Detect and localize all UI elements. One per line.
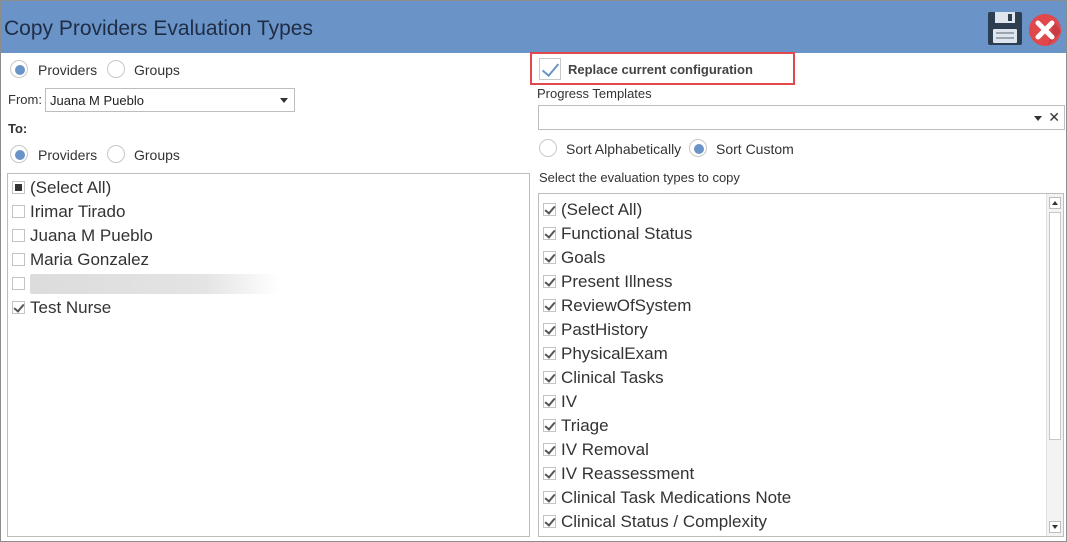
eval-type-checkbox[interactable]	[543, 467, 556, 480]
eval-type-checkbox[interactable]	[543, 347, 556, 360]
list-item-label: Clinical Task Medications Note	[561, 488, 792, 507]
list-item-label: PhysicalExam	[561, 344, 668, 363]
sort-custom-label: Sort Custom	[716, 141, 794, 157]
provider-checkbox[interactable]	[12, 277, 25, 290]
list-item-label: IV Reassessment	[561, 464, 695, 483]
eval-type-checkbox[interactable]	[543, 443, 556, 456]
progress-templates-dropdown[interactable]: ✕	[538, 105, 1065, 130]
sort-alphabetically-label: Sort Alphabetically	[566, 141, 682, 157]
target-groups-label: Groups	[134, 147, 180, 163]
source-providers-label: Providers	[38, 62, 98, 78]
list-item[interactable]: Present Illness	[539, 270, 1063, 294]
list-item-label: Test Nurse	[30, 298, 112, 317]
eval-types-label: Select the evaluation types to copy	[539, 170, 740, 185]
list-item-label: Maria Gonzalez	[30, 250, 150, 269]
floppy-disk-icon	[988, 12, 1022, 45]
dialog-title: Copy Providers Evaluation Types	[4, 17, 313, 40]
list-item[interactable]: PhysicalExam	[539, 342, 1063, 366]
list-item-label: Functional Status	[561, 224, 693, 243]
save-button[interactable]	[986, 10, 1024, 47]
list-item[interactable]: IV Reassessment	[539, 462, 1063, 486]
list-item[interactable]: IV Removal	[539, 438, 1063, 462]
scroll-thumb[interactable]	[1049, 212, 1061, 440]
list-item[interactable]: PastHistory	[539, 318, 1063, 342]
eval-type-checkbox[interactable]	[543, 395, 556, 408]
eval-types-list: (Select All) Functional Status Goals Pre…	[538, 193, 1064, 537]
redacted-name	[30, 274, 280, 294]
eval-type-checkbox[interactable]	[543, 515, 556, 528]
list-item-label: Present Illness	[561, 272, 673, 291]
eval-type-checkbox[interactable]	[543, 491, 556, 504]
list-item[interactable]: Triage	[539, 414, 1063, 438]
source-groups-label: Groups	[134, 62, 180, 78]
target-groups-radio[interactable]	[107, 145, 125, 163]
eval-type-checkbox[interactable]	[543, 251, 556, 264]
list-item-label: Triage	[561, 416, 609, 435]
eval-type-checkbox[interactable]	[543, 203, 556, 216]
replace-config-checkbox[interactable]	[539, 58, 561, 80]
list-item[interactable]: Juana M Pueblo	[8, 224, 529, 248]
provider-checkbox[interactable]	[12, 229, 25, 242]
list-item[interactable]: IV	[539, 390, 1063, 414]
list-item-label: Clinical Tasks	[561, 368, 664, 387]
list-item-label: Goals	[561, 248, 606, 267]
provider-checkbox[interactable]	[12, 205, 25, 218]
source-providers-radio[interactable]	[10, 60, 28, 78]
close-x-icon	[1029, 14, 1061, 46]
progress-templates-label: Progress Templates	[537, 86, 652, 101]
eval-type-checkbox[interactable]	[543, 275, 556, 288]
list-item[interactable]: Clinical Status / Complexity	[539, 510, 1063, 534]
list-item-label: IV Removal	[561, 440, 649, 459]
target-providers-radio[interactable]	[10, 145, 28, 163]
target-provider-list: (Select All) Irimar Tirado Juana M Puebl…	[7, 173, 530, 537]
clear-icon[interactable]: ✕	[1048, 109, 1060, 126]
target-providers-label: Providers	[38, 147, 98, 163]
list-item-label: IV	[561, 392, 578, 411]
to-label: To:	[8, 121, 28, 136]
list-item[interactable]: Clinical Tasks	[539, 366, 1063, 390]
list-item[interactable]	[8, 272, 529, 296]
provider-checkbox[interactable]	[12, 301, 25, 314]
list-item-label: (Select All)	[30, 178, 112, 197]
list-item-label: Irimar Tirado	[30, 202, 126, 221]
replace-config-highlight: Replace current configuration	[530, 52, 795, 85]
list-item[interactable]: Maria Gonzalez	[8, 248, 529, 272]
eval-type-checkbox[interactable]	[543, 323, 556, 336]
list-item-label: PastHistory	[561, 320, 648, 339]
source-groups-radio[interactable]	[107, 60, 125, 78]
list-item[interactable]: (Select All)	[539, 198, 1063, 222]
eval-type-checkbox[interactable]	[543, 371, 556, 384]
list-item-label: Juana M Pueblo	[30, 226, 153, 245]
eval-type-checkbox[interactable]	[543, 299, 556, 312]
list-item-label: ReviewOfSystem	[561, 296, 692, 315]
eval-list-scrollbar[interactable]	[1046, 194, 1063, 536]
eval-type-checkbox[interactable]	[543, 419, 556, 432]
chevron-down-icon	[280, 98, 288, 103]
title-bar: Copy Providers Evaluation Types	[1, 1, 1066, 53]
list-item[interactable]: (Select All)	[8, 176, 529, 200]
scroll-down-icon[interactable]	[1049, 521, 1061, 533]
list-item[interactable]: Irimar Tirado	[8, 200, 529, 224]
list-item[interactable]: Test Nurse	[8, 296, 529, 320]
select-all-checkbox[interactable]	[12, 181, 25, 194]
list-item-label: (Select All)	[561, 200, 643, 219]
eval-type-checkbox[interactable]	[543, 227, 556, 240]
close-button[interactable]	[1026, 11, 1064, 48]
from-provider-value: Juana M Pueblo	[50, 93, 144, 108]
chevron-down-icon[interactable]	[1034, 116, 1042, 121]
sort-alphabetically-radio[interactable]	[539, 139, 557, 157]
sort-custom-radio[interactable]	[689, 139, 707, 157]
provider-checkbox[interactable]	[12, 253, 25, 266]
replace-config-label: Replace current configuration	[568, 62, 753, 77]
list-item[interactable]: Goals	[539, 246, 1063, 270]
from-label: From:	[8, 92, 42, 107]
from-provider-dropdown[interactable]: Juana M Pueblo	[45, 88, 295, 112]
list-item[interactable]: Clinical Task Medications Note	[539, 486, 1063, 510]
list-item-label: Clinical Status / Complexity	[561, 512, 767, 531]
copy-providers-dialog: Copy Providers Evaluation Types Provider…	[0, 0, 1067, 542]
scroll-up-icon[interactable]	[1049, 197, 1061, 209]
list-item[interactable]: Functional Status	[539, 222, 1063, 246]
list-item[interactable]: ReviewOfSystem	[539, 294, 1063, 318]
